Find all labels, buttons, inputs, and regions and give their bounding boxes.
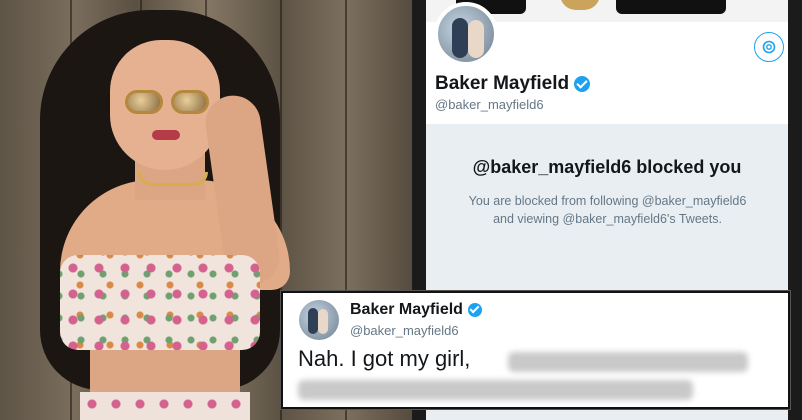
avatar-figure xyxy=(452,18,468,58)
profile-name-text: Baker Mayfield xyxy=(435,73,570,94)
photo-necklace xyxy=(138,172,208,186)
verified-badge-icon xyxy=(574,76,591,92)
gear-icon[interactable] xyxy=(754,32,784,62)
tweet-display-name[interactable]: Baker Mayfield xyxy=(350,301,482,319)
photo-lips xyxy=(152,130,180,140)
tweet-text: Nah. I got my girl, xyxy=(298,346,471,371)
blurred-text xyxy=(298,380,693,400)
avatar-figure xyxy=(468,20,484,58)
avatar-figure xyxy=(318,309,328,334)
gear-icon-glyph xyxy=(762,40,776,54)
sunglasses-lens-right xyxy=(171,90,209,114)
tweet-name-text: Baker Mayfield xyxy=(350,301,463,318)
banner-graphic xyxy=(616,0,726,14)
blocked-message: You are blocked from following @baker_ma… xyxy=(440,192,775,228)
tweet-avatar[interactable] xyxy=(299,300,339,340)
photo-floral-top xyxy=(60,255,260,350)
photo-floral-skirt xyxy=(80,392,250,420)
blurred-text xyxy=(508,352,748,372)
profile-handle: @baker_mayfield6 xyxy=(435,97,544,112)
verified-badge-icon xyxy=(467,303,482,317)
profile-display-name: Baker Mayfield xyxy=(435,73,591,95)
blocked-message-line: You are blocked from following @baker_ma… xyxy=(468,194,747,208)
photo-sunglasses xyxy=(125,90,209,114)
tweet-handle[interactable]: @baker_mayfield6 xyxy=(350,323,459,338)
blocked-title: @baker_mayfield6 blocked you xyxy=(472,157,742,177)
avatar-figure xyxy=(308,308,318,334)
tweet-card[interactable]: Baker Mayfield @baker_mayfield6 Nah. I g… xyxy=(281,291,790,409)
sunglasses-lens-left xyxy=(125,90,163,114)
profile-avatar[interactable] xyxy=(434,2,498,66)
blocked-message-line: and viewing @baker_mayfield6's Tweets. xyxy=(493,212,722,226)
